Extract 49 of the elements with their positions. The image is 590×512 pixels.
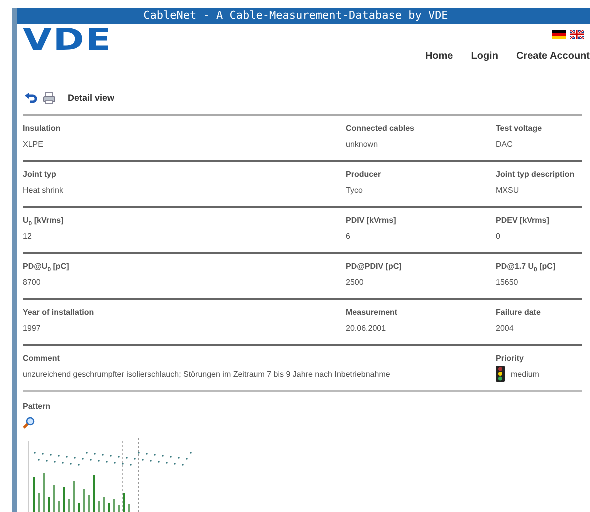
field-label: Insulation [23,124,62,133]
field-value: unzureichend geschrumpfter isolierschlauch; Störungen im Zeitraum 7 bis 9 Jahre nach Inbetriebnahme [23,370,392,379]
field-label: Comment [23,354,61,363]
field-value: 2004 [496,324,515,333]
field-value: unknown [346,140,380,149]
nav-link[interactable]: Home [425,51,454,62]
field-value: MXSU [496,186,520,195]
field-label: PDIV [kVrms] [346,216,398,225]
field-label: Measurement [346,308,399,317]
logo: VDE [23,26,113,60]
nav-link[interactable]: Create Account [516,51,590,62]
magnifier-icon[interactable] [23,417,35,429]
field-value: DAC [496,140,514,149]
field-value: 8700 [23,278,42,287]
marker-line [122,440,124,512]
field-value: medium [511,370,540,378]
field-value: XLPE [23,140,44,149]
field-label: Joint typ description [496,170,576,179]
field-label: Failure date [496,308,542,317]
field-value: 0 [496,232,502,241]
field-value: 1997 [23,324,42,333]
field-label: U$_{0}$ [kVrms] [23,216,65,225]
field-label: Joint typ [23,170,58,179]
field-label: PDEV [kVrms] [496,216,550,225]
field-value: 20.06.2001 [346,324,388,333]
page-heading: Detail view [68,93,115,103]
field-value: 15650 [496,278,520,287]
field-label: Priority [496,354,526,363]
field-label: Connected cables [346,124,416,133]
field-value: 2500 [346,278,365,287]
uk-flag-icon[interactable] [570,30,584,39]
field-value: 6 [346,232,352,241]
field-label: Year of installation [23,308,96,317]
field-label: Pattern [23,402,51,411]
field-label: PD@PDIV [pC] [346,262,403,271]
traffic-light-icon [496,366,505,382]
field-label: PD@U$_{0}$ [pC] [23,262,70,271]
field-value: Tyco [346,186,364,195]
field-label: Test voltage [496,124,544,133]
field-value: 12 [23,232,33,241]
window-title: CableNet - A Cable-Measurement-Database by VDE [144,9,448,22]
field-label: PD@1.7 U$_{0}$ [pC] [496,262,557,271]
field-label: Producer [346,170,382,179]
undo-icon[interactable] [25,93,37,103]
nav-link[interactable]: Login [471,51,498,62]
printer-icon[interactable] [43,92,56,104]
field-value: Heat shrink [23,186,64,195]
german-flag-icon[interactable] [552,30,566,39]
y-axis [28,440,30,512]
